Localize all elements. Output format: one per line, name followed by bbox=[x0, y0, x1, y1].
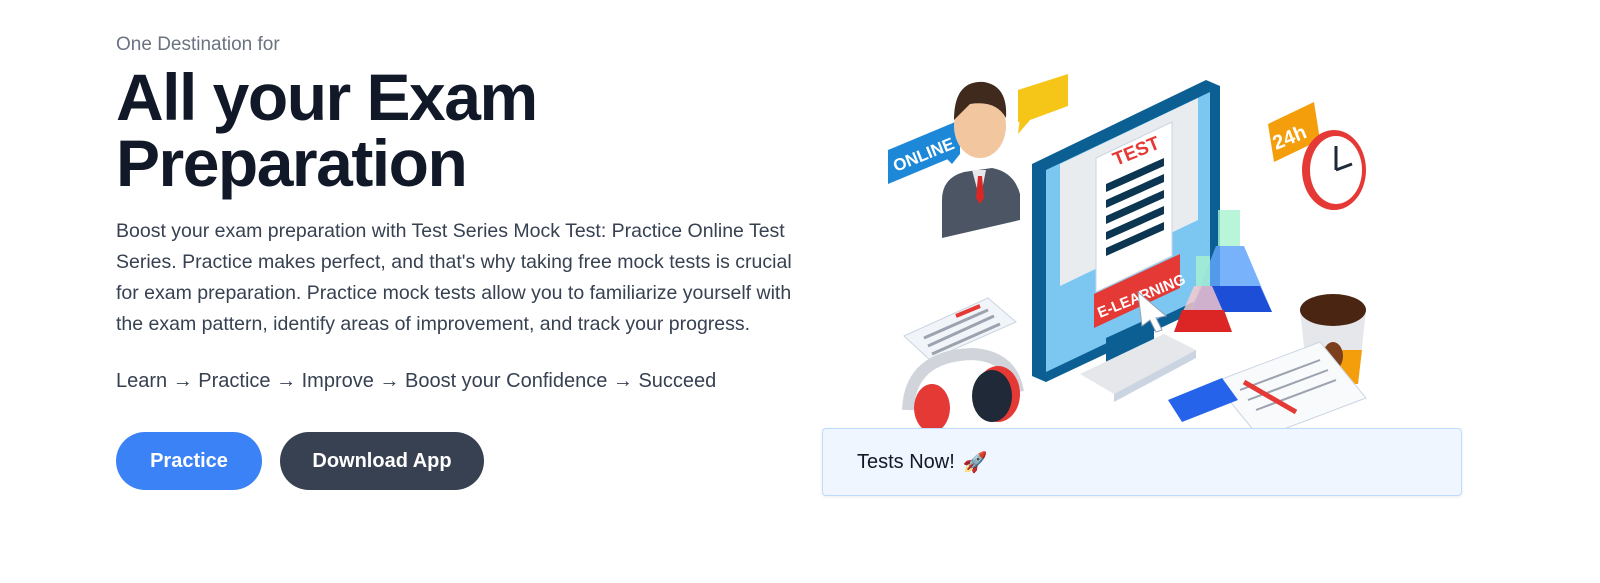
hero-title-line1: All your Exam bbox=[116, 60, 538, 134]
hero-buttons: Practice Download App bbox=[116, 432, 816, 490]
hero-eyebrow: One Destination for bbox=[116, 34, 280, 55]
chat-bubble bbox=[1018, 74, 1068, 134]
hero-title-line2: Preparation bbox=[116, 126, 468, 200]
practice-button[interactable]: Practice bbox=[116, 432, 262, 490]
online-bubble: ONLINE bbox=[888, 120, 960, 184]
hero-description: Boost your exam preparation with Test Se… bbox=[116, 220, 792, 335]
notification-toast[interactable]: Tests Now! 🚀 bbox=[822, 428, 1462, 496]
toast-text: Tests Now! bbox=[857, 450, 955, 473]
clock-icon: 24h bbox=[1268, 102, 1366, 210]
hero-section: One Destination for All your Exam Prepar… bbox=[116, 30, 816, 490]
hero-steps: Learn → Practice → Improve → Boost your … bbox=[116, 370, 717, 392]
download-app-button[interactable]: Download App bbox=[280, 432, 484, 490]
rocket-icon: 🚀 bbox=[962, 451, 988, 474]
hero-title: All your Exam Preparation bbox=[116, 64, 816, 196]
headphones-icon bbox=[902, 347, 1024, 432]
